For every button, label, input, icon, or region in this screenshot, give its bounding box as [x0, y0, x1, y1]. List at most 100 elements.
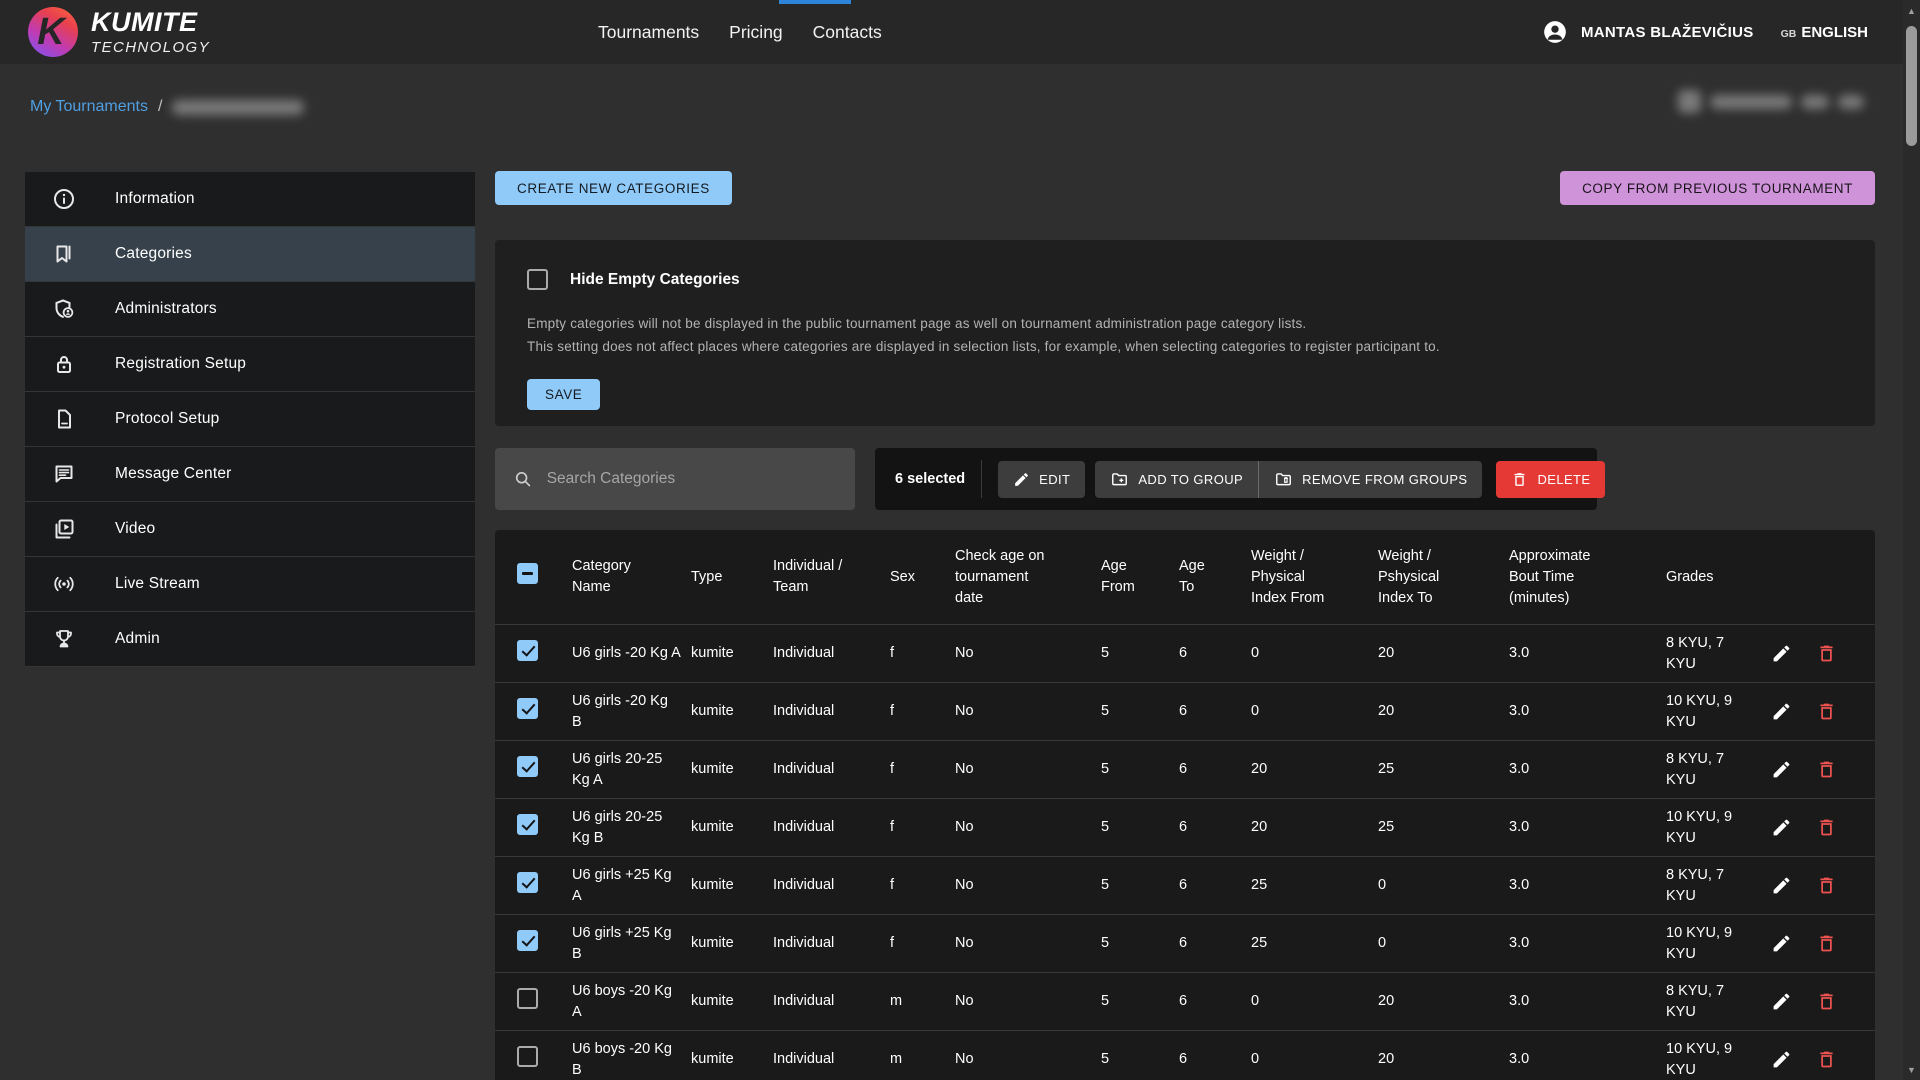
sidebar-item-message-center[interactable]: Message Center: [25, 447, 475, 502]
cell-check-age: No: [955, 759, 1101, 780]
delete-row-button[interactable]: [1816, 991, 1837, 1012]
cell-grades: 8 KYU, 7 KYU: [1666, 749, 1771, 791]
edit-row-button[interactable]: [1771, 643, 1792, 664]
scrollbar-down-arrow[interactable]: ▼: [1903, 1061, 1920, 1078]
row-checkbox[interactable]: [517, 872, 538, 893]
live-stream-icon: [52, 572, 76, 596]
delete-button[interactable]: DELETE: [1496, 461, 1605, 498]
row-select-cell: [495, 872, 572, 900]
date-redacted: [1710, 95, 1792, 109]
user-name[interactable]: MANTAS BLAŽEVIČIUS: [1581, 24, 1754, 41]
edit-row-button[interactable]: [1771, 933, 1792, 954]
col-age-to: Age To: [1179, 556, 1251, 598]
cell-sex: f: [890, 701, 955, 722]
cell-individual-team: Individual: [773, 991, 890, 1012]
row-checkbox[interactable]: [517, 988, 538, 1009]
row-select-cell: [495, 1046, 572, 1074]
row-checkbox[interactable]: [517, 756, 538, 777]
cell-check-age: No: [955, 875, 1101, 896]
edit-row-button[interactable]: [1771, 701, 1792, 722]
delete-row-button[interactable]: [1816, 933, 1837, 954]
create-new-categories-button[interactable]: CREATE NEW CATEGORIES: [495, 171, 732, 205]
edit-row-button[interactable]: [1771, 875, 1792, 896]
account-icon[interactable]: [1542, 19, 1568, 45]
language-switcher[interactable]: GB ENGLISH: [1781, 24, 1868, 41]
cell-weight-to: 20: [1378, 1049, 1509, 1070]
info-icon: [52, 187, 76, 211]
breadcrumb: My Tournaments /: [30, 98, 304, 116]
sidebar-item-administrators[interactable]: Administrators: [25, 282, 475, 337]
folder-remove-icon: [1274, 470, 1293, 489]
cell-age-to: 6: [1179, 1049, 1251, 1070]
save-button[interactable]: SAVE: [527, 379, 600, 410]
breadcrumb-my-tournaments[interactable]: My Tournaments: [30, 98, 148, 116]
col-type: Type: [691, 567, 773, 588]
row-checkbox[interactable]: [517, 698, 538, 719]
cell-individual-team: Individual: [773, 1049, 890, 1070]
copy-from-previous-tournament-button[interactable]: COPY FROM PREVIOUS TOURNAMENT: [1560, 171, 1875, 205]
sidebar-item-admin[interactable]: Admin: [25, 612, 475, 667]
col-age-from: Age From: [1101, 556, 1179, 598]
select-all-checkbox[interactable]: [517, 563, 538, 584]
trash-icon: [1816, 1049, 1837, 1070]
cell-type: kumite: [691, 933, 773, 954]
cell-type: kumite: [691, 991, 773, 1012]
delete-row-button[interactable]: [1816, 875, 1837, 896]
search-input[interactable]: [547, 470, 837, 488]
cell-bout-time: 3.0: [1509, 701, 1666, 722]
hide-empty-categories-row: Hide Empty Categories: [527, 269, 740, 290]
cell-weight-from: 25: [1251, 933, 1378, 954]
delete-row-button[interactable]: [1816, 817, 1837, 838]
table-header-row: Category Name Type Individual / Team Sex…: [495, 530, 1875, 625]
sidebar-item-categories[interactable]: Categories: [25, 227, 475, 282]
row-select-cell: [495, 698, 572, 726]
header-select-cell: [495, 563, 572, 591]
row-checkbox[interactable]: [517, 640, 538, 661]
date-redacted: [1838, 95, 1864, 109]
cell-age-to: 6: [1179, 759, 1251, 780]
delete-row-button[interactable]: [1816, 643, 1837, 664]
row-checkbox[interactable]: [517, 814, 538, 835]
cell-category-name: U6 girls -20 Kg B: [572, 691, 691, 733]
cell-weight-from: 0: [1251, 991, 1378, 1012]
sidebar-item-registration-setup[interactable]: Registration Setup: [25, 337, 475, 392]
nav-tournaments[interactable]: Tournaments: [598, 22, 699, 43]
row-checkbox[interactable]: [517, 1046, 538, 1067]
cell-grades: 10 KYU, 9 KYU: [1666, 1039, 1771, 1080]
setting-description-line2: This setting does not affect places wher…: [527, 339, 1440, 354]
cell-check-age: No: [955, 701, 1101, 722]
lock-icon: [52, 352, 76, 376]
delete-row-button[interactable]: [1816, 759, 1837, 780]
delete-row-button[interactable]: [1816, 1049, 1837, 1070]
scrollbar-up-arrow[interactable]: ▲: [1903, 2, 1920, 19]
cell-age-to: 6: [1179, 643, 1251, 664]
remove-from-groups-button[interactable]: REMOVE FROM GROUPS: [1259, 461, 1482, 498]
sidebar-item-protocol-setup[interactable]: Protocol Setup: [25, 392, 475, 447]
cell-weight-from: 0: [1251, 643, 1378, 664]
edit-row-button[interactable]: [1771, 1049, 1792, 1070]
row-actions: [1771, 817, 1875, 838]
scrollbar[interactable]: ▲ ▼: [1903, 0, 1920, 1080]
hide-empty-categories-checkbox[interactable]: [527, 269, 548, 290]
row-checkbox[interactable]: [517, 930, 538, 951]
sidebar-item-information[interactable]: Information: [25, 172, 475, 227]
sidebar-item-live-stream[interactable]: Live Stream: [25, 557, 475, 612]
cell-category-name: U6 girls 20-25 Kg B: [572, 807, 691, 849]
edit-row-button[interactable]: [1771, 991, 1792, 1012]
cell-age-to: 6: [1179, 933, 1251, 954]
edit-row-button[interactable]: [1771, 817, 1792, 838]
scrollbar-thumb[interactable]: [1906, 26, 1917, 146]
brand-logo[interactable]: K KUMITE TECHNOLOGY: [28, 7, 210, 57]
delete-row-button[interactable]: [1816, 701, 1837, 722]
edit-button[interactable]: EDIT: [998, 461, 1085, 498]
edit-row-button[interactable]: [1771, 759, 1792, 780]
language-label: ENGLISH: [1801, 24, 1868, 41]
add-to-group-button[interactable]: ADD TO GROUP: [1095, 461, 1258, 498]
cell-category-name: U6 boys -20 Kg B: [572, 1039, 691, 1080]
sidebar-item-video[interactable]: Video: [25, 502, 475, 557]
nav-pricing[interactable]: Pricing: [729, 22, 783, 43]
cell-individual-team: Individual: [773, 643, 890, 664]
nav-contacts[interactable]: Contacts: [813, 22, 882, 43]
sidebar: Information Categories Administrators Re…: [25, 172, 475, 667]
administrators-icon: [52, 297, 76, 321]
